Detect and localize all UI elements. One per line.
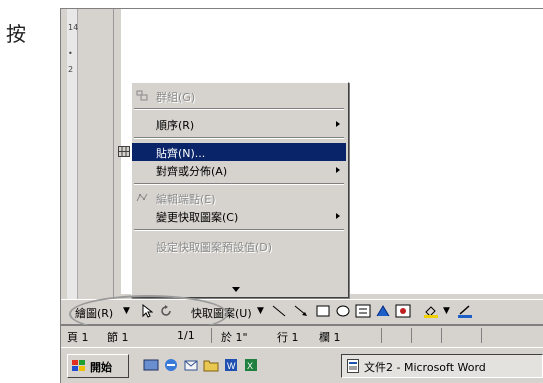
submenu-arrow-icon (336, 167, 340, 173)
taskbar-button-word-document[interactable]: 文件2 - Microsoft Word (341, 354, 543, 378)
ruler-tick: 14 (68, 23, 79, 32)
draw-menu: 群組(G) 順序(R) 貼齊(N)... 對齊或分佈(A) 編輯端點(E) 變更… (118, 82, 349, 298)
menu-item-snap[interactable]: 貼齊(N)... (118, 143, 346, 161)
excel-quicklaunch-icon[interactable]: X (243, 357, 259, 373)
menu-item-set-autoshape-defaults[interactable]: 設定快取圖案預設值(D) (132, 237, 346, 255)
internet-explorer-icon[interactable] (163, 357, 179, 373)
menu-item-label: 設定快取圖案預設值(D) (156, 241, 273, 254)
menu-item-label: 編輯端點(E) (156, 193, 216, 206)
status-divider (211, 328, 212, 343)
submenu-arrow-icon (336, 213, 340, 219)
menu-item-label: 順序(R) (156, 119, 195, 132)
menu-separator (134, 183, 344, 185)
menu-item-label: 對齊或分佈(A) (156, 165, 228, 178)
status-divider (411, 328, 412, 343)
menu-item-edit-points[interactable]: 編輯端點(E) (132, 189, 346, 207)
svg-text:X: X (247, 361, 253, 371)
autoshapes-arrow-icon[interactable]: ▼ (257, 306, 264, 316)
menu-item-label: 變更快取圖案(C) (156, 211, 239, 224)
side-text: 按 (6, 22, 26, 46)
menu-expand-chevron-icon[interactable] (232, 287, 240, 292)
taskbar-button-label: 文件2 - Microsoft Word (364, 361, 486, 374)
status-page-count: 1/1 (177, 329, 195, 342)
menu-item-align[interactable]: 對齊或分佈(A) (132, 161, 346, 179)
fill-color-arrow-icon[interactable]: ▼ (443, 306, 450, 316)
start-button[interactable]: 開始 (67, 354, 129, 378)
grid-icon (118, 146, 130, 157)
group-icon (136, 90, 148, 101)
submenu-arrow-icon (336, 121, 340, 127)
edit-points-icon (136, 193, 148, 202)
arrow-tool-icon[interactable] (293, 304, 309, 318)
word-document-icon (347, 359, 359, 373)
line-color-icon[interactable] (457, 304, 475, 318)
menu-item-label: 群組(G) (156, 91, 196, 104)
start-button-label: 開始 (90, 361, 112, 374)
word-window: 14 • 2 群組(G) 順序(R) 貼齊(N)... 對齊或分佈(A) 編輯端… (60, 8, 543, 383)
ruler-tick: • (68, 49, 73, 58)
folder-icon[interactable] (203, 357, 219, 373)
clipart-tool-icon[interactable] (395, 304, 411, 318)
menu-item-change-autoshape[interactable]: 變更快取圖案(C) (132, 207, 346, 225)
outlook-express-icon[interactable] (183, 357, 199, 373)
ruler-tick: 2 (68, 65, 74, 74)
svg-text:W: W (227, 361, 236, 371)
status-line: 行 1 (277, 331, 299, 344)
menu-item-order[interactable]: 順序(R) (132, 115, 346, 133)
oval-tool-icon[interactable] (335, 304, 351, 318)
rectangle-tool-icon[interactable] (315, 304, 331, 318)
word-quicklaunch-icon[interactable]: W (223, 357, 239, 373)
status-position: 於 1" (221, 331, 248, 344)
menu-separator (134, 229, 344, 231)
status-divider (381, 328, 382, 343)
status-column: 欄 1 (319, 331, 341, 344)
status-page: 頁 1 (67, 331, 89, 344)
windows-taskbar: 開始 W X 文件2 - Microsoft Word (61, 347, 543, 383)
menu-item-label: 貼齊(N)... (156, 147, 206, 160)
windows-logo-icon (72, 360, 85, 371)
menu-item-group[interactable]: 群組(G) (132, 87, 346, 105)
fill-color-icon[interactable] (423, 304, 441, 318)
status-section: 節 1 (107, 331, 129, 344)
status-divider (441, 328, 442, 343)
vertical-ruler[interactable]: 14 • 2 (61, 9, 114, 299)
menu-separator (134, 137, 344, 139)
menu-separator (134, 108, 344, 110)
status-bar: 頁 1 節 1 1/1 於 1" 行 1 欄 1 (61, 325, 543, 346)
wordart-tool-icon[interactable] (375, 304, 391, 318)
show-desktop-icon[interactable] (143, 357, 159, 373)
line-tool-icon[interactable] (271, 304, 287, 318)
status-divider (481, 328, 482, 343)
text-box-tool-icon[interactable] (355, 304, 371, 318)
